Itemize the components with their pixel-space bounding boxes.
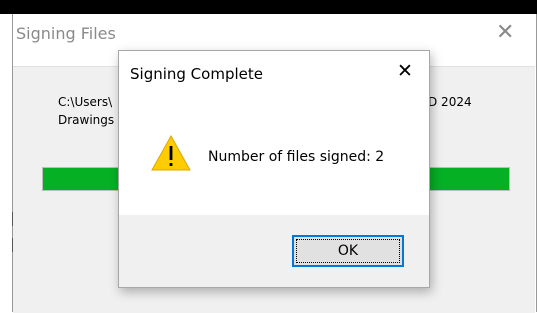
warning-icon [151, 135, 191, 171]
ok-button[interactable]: OK [292, 235, 404, 267]
dialog-message: Number of files signed: 2 [208, 149, 385, 165]
dialog-title: Signing Complete [130, 65, 263, 83]
dialog-footer: OK [119, 215, 429, 287]
close-icon[interactable]: ✕ [397, 62, 413, 81]
signing-files-title: Signing Files [16, 24, 116, 43]
close-icon[interactable]: ✕ [496, 22, 514, 44]
window-edge-mark [12, 212, 16, 226]
file-path-line-1: C:\Users\ [58, 95, 113, 109]
file-path-suffix: D 2024 [428, 95, 472, 109]
ok-button-label: OK [337, 243, 359, 259]
screen-top-edge [0, 0, 537, 14]
file-path-line-2: Drawings [58, 113, 115, 127]
window-edge-mark [12, 238, 16, 252]
signing-complete-dialog: Signing Complete ✕ Number of files signe… [118, 50, 430, 288]
